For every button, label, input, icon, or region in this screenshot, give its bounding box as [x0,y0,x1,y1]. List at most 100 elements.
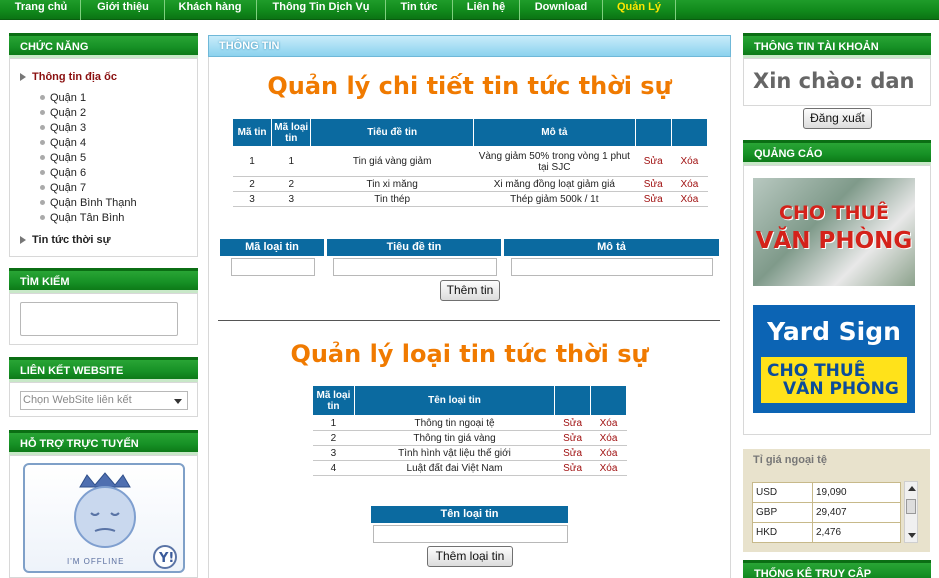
content-header: THÔNG TIN [208,35,731,57]
add-news-button[interactable]: Thêm tin [440,280,500,301]
add-category-button[interactable]: Thêm loại tin [427,546,513,567]
bullet-icon [40,155,45,160]
rates-scrollbar[interactable] [904,481,918,543]
col-category-id: Mã loại tin [312,385,355,416]
title-input[interactable] [333,258,497,276]
yard-sign-title: Yard Sign [767,317,901,346]
col-category-name: Tên loại tin [353,385,556,416]
stats-header: THỐNG KÊ TRUY CẬP [743,560,931,578]
delete-link[interactable]: Xóa [590,445,627,461]
menu-news[interactable]: Tin tức thời sự [20,234,111,246]
table-row: HKD 2,476 [752,522,901,543]
menu-district-binh-thanh[interactable]: Quận Bình Thạnh [40,197,137,209]
col-category-id: Mã loại tin [271,118,312,147]
nav-customers[interactable]: Khách hàng [167,0,253,20]
ads-header: QUẢNG CÁO [743,140,931,165]
nav-contact[interactable]: Liên hệ [454,0,518,20]
description-input[interactable] [511,258,713,276]
menu-district-3[interactable]: Quận 3 [40,122,86,134]
nav-news[interactable]: Tin tức [387,0,451,20]
col-description: Mô tả [472,118,636,147]
edit-link[interactable]: Sửa [554,430,591,446]
col-delete [590,385,627,416]
nav-separator [80,0,81,20]
greeting-text: Xin chào: dan [753,69,915,93]
functions-box [9,58,198,257]
delete-link[interactable]: Xóa [671,146,708,177]
exchange-rate-table: USD 19,090 GBP 29,407 HKD 2,476 [752,482,901,543]
edit-link[interactable]: Sửa [554,415,591,431]
bullet-icon [40,95,45,100]
edit-link[interactable]: Sửa [554,460,591,476]
functions-header: CHỨC NĂNG [9,33,198,58]
delete-link[interactable]: Xóa [590,430,627,446]
yahoo-messenger-status[interactable]: Y! I'M OFFLINE [23,463,185,573]
menu-district-4[interactable]: Quận 4 [40,137,86,149]
edit-link[interactable]: Sửa [635,146,672,177]
form-label-category-name: Tên loại tin [371,506,568,523]
yard-sign-ad[interactable]: Yard Sign CHO THUÊ VĂN PHÒNG [753,305,915,413]
nav-about[interactable]: Giới thiệu [84,0,162,20]
delete-link[interactable]: Xóa [590,415,627,431]
nav-home[interactable]: Trang chủ [4,0,78,20]
table-row: USD 19,090 [752,482,901,503]
delete-link[interactable]: Xóa [590,460,627,476]
table-row: 3 Tình hình vật liệu thế giới Sửa Xóa [312,445,627,461]
menu-district-tan-binh[interactable]: Quận Tân Bình [40,212,124,224]
delete-link[interactable]: Xóa [671,176,708,192]
edit-link[interactable]: Sửa [554,445,591,461]
yard-sign-line-2: VĂN PHÒNG [783,379,899,399]
bullet-icon [40,110,45,115]
table-row: 1 Thông tin ngoại tệ Sửa Xóa [312,415,627,431]
category-name-input[interactable] [373,525,568,543]
menu-real-estate[interactable]: Thông tin địa ốc [20,71,117,83]
table-row: 2 Thông tin giá vàng Sửa Xóa [312,430,627,446]
search-header: TÌM KIẾM [9,268,198,293]
offline-smiley-icon: Y! [74,472,177,569]
category-id-input[interactable] [231,258,315,276]
col-delete [670,118,709,147]
arrow-right-icon [20,73,26,81]
scroll-down-icon[interactable] [908,533,916,538]
delete-link[interactable]: Xóa [671,191,708,207]
nav-services[interactable]: Thông Tin Dịch Vụ [258,0,384,20]
menu-district-7[interactable]: Quận 7 [40,182,86,194]
form-label-category-id: Mã loại tin [220,239,324,256]
chevron-down-icon [174,399,182,404]
bullet-icon [40,215,45,220]
logout-button[interactable]: Đăng xuất [803,108,872,129]
bullet-icon [40,140,45,145]
office-rental-ad[interactable]: CHO THUÊ VĂN PHÒNG [753,178,915,286]
top-navigation: Trang chủ Giới thiệu Khách hàng Thông Ti… [0,0,939,20]
bullet-icon [40,185,45,190]
table-row: 4 Luật đất đai Việt Nam Sửa Xóa [312,460,627,476]
table-header-row: Mã tin Mã loại tin Tiêu đề tin Mô tả [231,118,709,147]
col-title: Tiêu đề tin [310,118,474,147]
edit-link[interactable]: Sửa [635,176,672,192]
menu-district-5[interactable]: Quận 5 [40,152,86,164]
menu-district-6[interactable]: Quận 6 [40,167,86,179]
nav-admin[interactable]: Quản Lý [604,0,674,20]
bullet-icon [40,125,45,130]
scroll-up-icon[interactable] [908,486,916,491]
news-management-title: Quản lý chi tiết tin tức thời sự [267,72,672,100]
nav-separator [385,0,386,20]
bullet-icon [40,200,45,205]
form-label-description: Mô tả [504,239,719,256]
nav-separator [164,0,165,20]
form-label-title: Tiêu đề tin [327,239,501,256]
col-news-id: Mã tin [231,118,273,147]
table-header-row: Mã loại tin Tên loại tin [312,385,627,416]
category-table: Mã loại tin Tên loại tin 1 Thông tin ngo… [312,385,627,476]
menu-district-2[interactable]: Quận 2 [40,107,86,119]
exchange-rate-title: Tỉ giá ngoại tệ [753,454,827,466]
bullet-icon [40,170,45,175]
edit-link[interactable]: Sửa [635,191,672,207]
col-edit [634,118,672,147]
menu-district-1[interactable]: Quận 1 [40,92,86,104]
account-header: THÔNG TIN TÀI KHOẢN [743,33,931,58]
nav-download[interactable]: Download [521,0,601,20]
search-input[interactable] [20,302,178,336]
website-link-select[interactable]: Chọn WebSite liên kết [20,391,188,410]
scroll-thumb[interactable] [906,499,916,514]
